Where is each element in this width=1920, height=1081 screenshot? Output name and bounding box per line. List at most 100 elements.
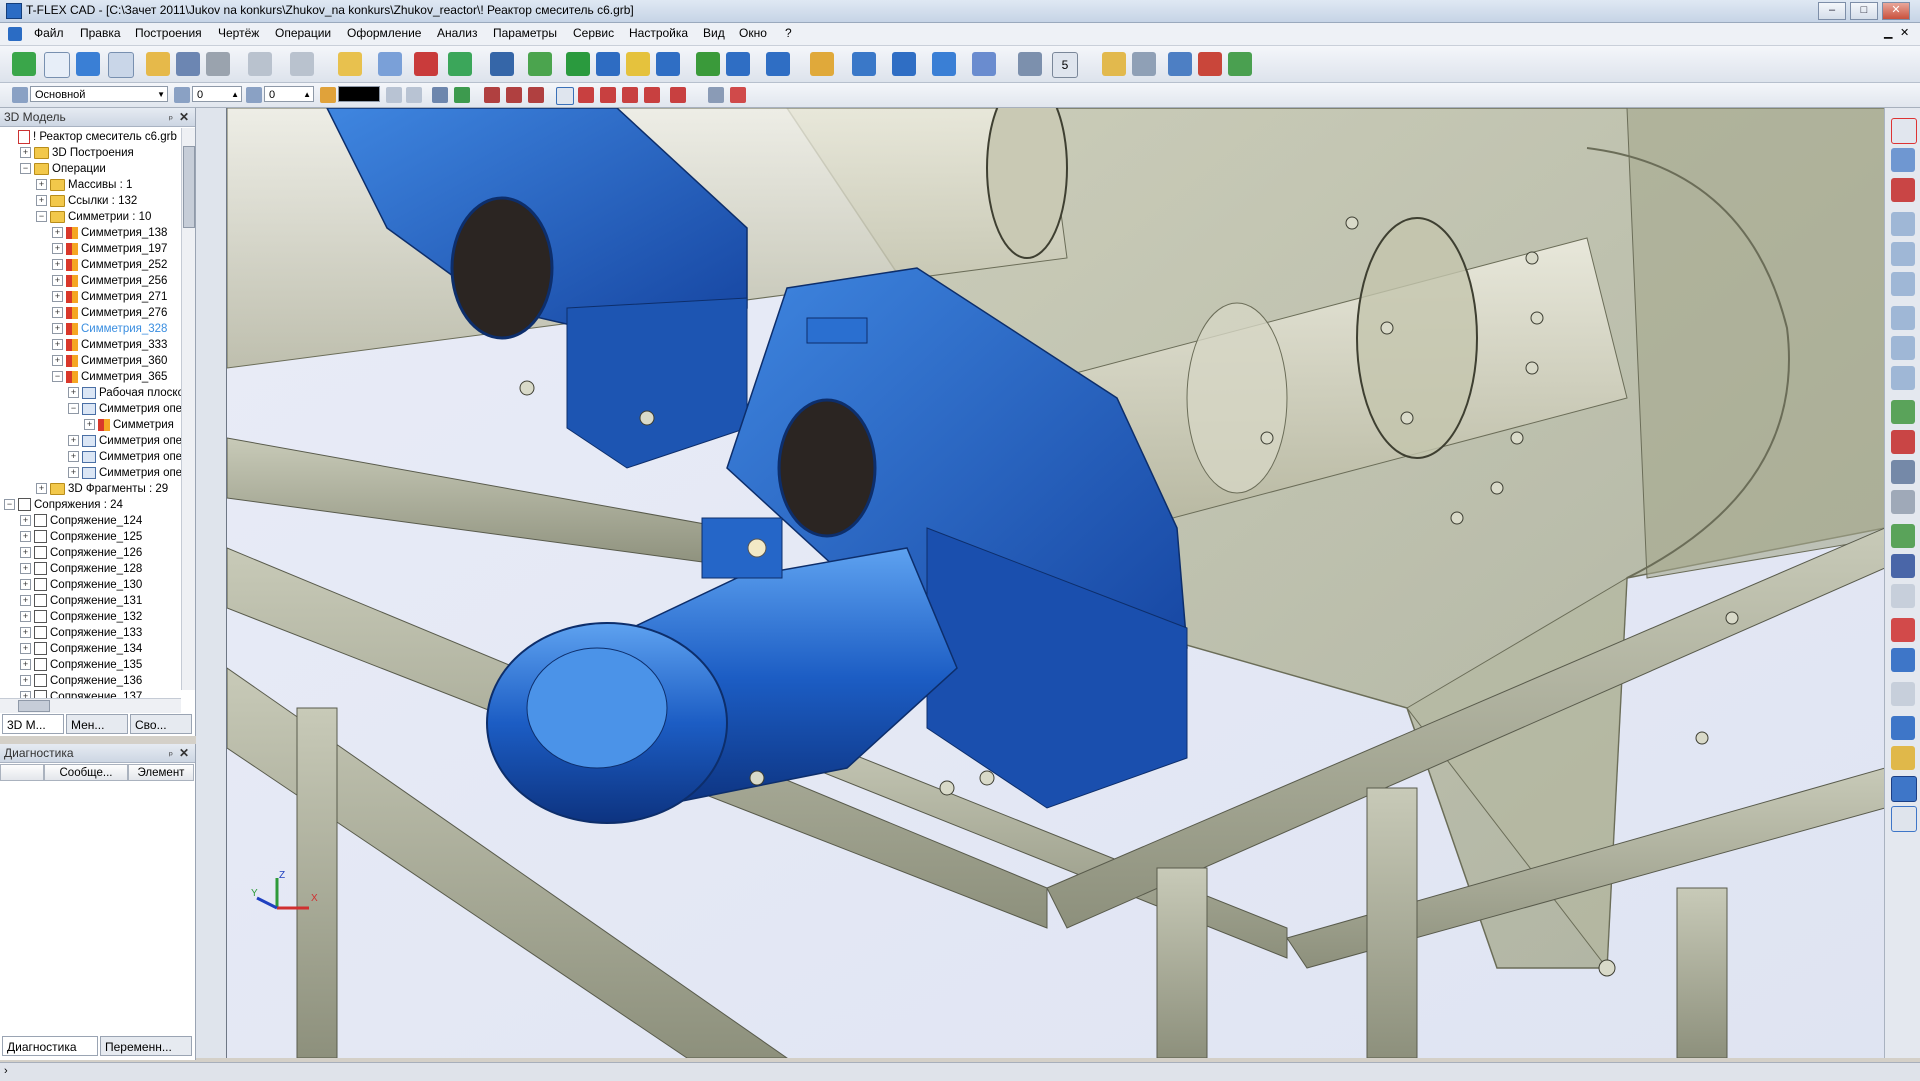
hidden-lines-icon[interactable] [1891, 682, 1915, 706]
check-view-icon[interactable] [1891, 618, 1915, 642]
boolean-icon[interactable] [696, 52, 720, 76]
zoom-extents-icon[interactable] [1891, 242, 1915, 266]
menu-help[interactable]: ? [783, 26, 794, 40]
lcs-icon[interactable] [414, 52, 438, 76]
tree-item[interactable]: + Симметрия опе [68, 450, 182, 465]
menu-design[interactable]: Оформление [345, 26, 423, 40]
expand-icon[interactable]: + [52, 275, 63, 287]
magnet-icon[interactable] [1891, 118, 1917, 144]
collapse-icon[interactable]: − [36, 211, 47, 223]
walk-icon[interactable] [1891, 490, 1915, 514]
tab-menu[interactable]: Мен... [66, 714, 128, 734]
check-blue-icon[interactable] [1891, 648, 1915, 672]
tree-item[interactable]: +3D Построения [20, 146, 134, 161]
zoom-window-icon[interactable] [1891, 212, 1915, 236]
measure-3d-icon[interactable] [1891, 554, 1915, 578]
expand-icon[interactable]: + [84, 419, 95, 431]
menu-drawing[interactable]: Чертёж [216, 26, 261, 40]
delete-link-icon[interactable] [1198, 52, 1222, 76]
tree-item[interactable]: + Симметрия_197 [52, 242, 167, 257]
selector-2-icon[interactable] [506, 87, 522, 103]
fillet-icon[interactable] [726, 52, 750, 76]
edit-op-icon[interactable] [972, 52, 996, 76]
tree-item[interactable]: + Рабочая плоско [68, 386, 184, 401]
dimension-icon[interactable]: 5 [1052, 52, 1078, 78]
loft-icon[interactable] [626, 52, 650, 76]
expand-icon[interactable]: + [68, 451, 79, 463]
rotate-icon[interactable] [596, 52, 620, 76]
selector-11-icon[interactable] [730, 87, 746, 103]
tree-item[interactable]: + Сопряжение_124 [20, 514, 142, 529]
layers-icon[interactable] [1891, 584, 1915, 608]
section-icon[interactable] [1891, 524, 1915, 548]
3d-node-icon[interactable] [448, 52, 472, 76]
filter-icon[interactable] [386, 87, 402, 103]
expand-icon[interactable]: + [36, 195, 47, 207]
expand-icon[interactable]: + [20, 147, 31, 159]
tab-variables[interactable]: Переменн... [100, 1036, 192, 1056]
selector-3-icon[interactable] [528, 87, 544, 103]
expand-icon[interactable]: + [20, 531, 31, 543]
mdi-close-icon[interactable]: ✕ [1900, 26, 1909, 39]
tree-item[interactable]: − Сопряжения : 24 [4, 498, 123, 513]
pin-icon[interactable]: ₚ [169, 744, 173, 762]
tree-item[interactable]: + Сопряжение_126 [20, 546, 142, 561]
close-button[interactable]: ✕ [1882, 2, 1910, 20]
collapse-icon[interactable]: − [20, 163, 31, 175]
close-icon[interactable]: ✕ [179, 744, 189, 762]
tree-item[interactable]: − Симметрия_365 [52, 370, 167, 385]
shell-icon[interactable] [810, 52, 834, 76]
tree-item[interactable]: − Симметрия опе [68, 402, 182, 417]
rotate-view-icon[interactable] [1891, 400, 1915, 424]
expand-icon[interactable]: + [52, 307, 63, 319]
tree-item[interactable]: + Симметрия_328 [52, 322, 167, 337]
expand-icon[interactable]: + [68, 467, 79, 479]
selector-5-icon[interactable] [578, 87, 594, 103]
snap-3d-icon[interactable] [1891, 178, 1915, 202]
collapse-icon[interactable]: − [4, 499, 15, 511]
tree-item[interactable]: + Сопряжение_128 [20, 562, 142, 577]
zoom-out-icon[interactable] [1891, 336, 1915, 360]
collapse-icon[interactable]: − [68, 403, 79, 415]
menu-file[interactable]: Файл [32, 26, 66, 40]
tree-item[interactable]: + Симметрия опе [68, 466, 182, 481]
check-icon[interactable] [12, 52, 36, 76]
new-drawing-icon[interactable] [108, 52, 134, 78]
zoom-previous-icon[interactable] [1891, 366, 1915, 390]
scroll-thumb[interactable] [183, 146, 195, 228]
tree-item[interactable]: + Массивы : 1 [36, 178, 132, 193]
tree-item[interactable]: + Симметрия_276 [52, 306, 167, 321]
new-3d-model-icon[interactable] [76, 52, 100, 76]
hscroll-thumb[interactable] [18, 700, 50, 712]
extrude-icon[interactable] [566, 52, 590, 76]
expand-icon[interactable]: + [20, 611, 31, 623]
minimize-button[interactable]: – [1818, 2, 1846, 20]
tab-3d-model[interactable]: 3D М... [2, 714, 64, 734]
measure-icon[interactable] [1102, 52, 1126, 76]
tree-item[interactable]: ! Реактор смеситель с6.grb [4, 130, 177, 145]
tree-item[interactable]: + Симметрия_271 [52, 290, 167, 305]
collapse-icon[interactable]: − [52, 371, 63, 383]
pan-icon[interactable] [1891, 430, 1915, 454]
expand-icon[interactable]: + [20, 515, 31, 527]
tree-vertical-scrollbar[interactable] [181, 128, 195, 690]
layer-select[interactable]: Основной ▼ [30, 86, 168, 102]
expand-icon[interactable]: + [20, 643, 31, 655]
snap-icon[interactable] [454, 87, 470, 103]
camera-icon[interactable] [1891, 460, 1915, 484]
realistic-icon[interactable] [1891, 776, 1917, 802]
expand-icon[interactable]: + [36, 483, 47, 495]
tree-item[interactable]: + Сопряжение_131 [20, 594, 142, 609]
tree-item[interactable]: + Симметрия_256 [52, 274, 167, 289]
fit-icon[interactable] [1891, 272, 1915, 296]
tree-item[interactable]: + Симметрия_252 [52, 258, 167, 273]
tree-item[interactable]: + Ссылки : 132 [36, 194, 137, 209]
menu-edit[interactable]: Правка [78, 26, 123, 40]
wireframe-icon[interactable] [1891, 806, 1917, 832]
mates-icon[interactable] [1018, 52, 1042, 76]
selector-4-icon[interactable] [556, 87, 574, 105]
fragment-icon[interactable] [932, 52, 956, 76]
tree-item[interactable]: + Сопряжение_132 [20, 610, 142, 625]
expand-icon[interactable]: + [20, 547, 31, 559]
tree-item[interactable]: + Сопряжение_134 [20, 642, 142, 657]
